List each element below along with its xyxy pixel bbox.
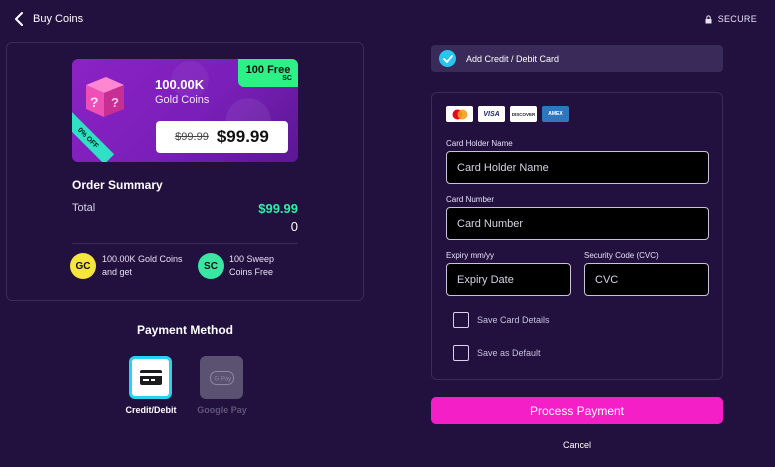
save-card-checkbox[interactable] xyxy=(453,312,469,328)
new-price: $99.99 xyxy=(216,127,269,146)
svg-text:?: ? xyxy=(111,95,119,110)
price-box: $99.99 $99.99 xyxy=(156,121,288,153)
free-badge-unit: SC xyxy=(282,75,292,82)
summary-divider xyxy=(72,243,298,244)
sweep-coin-text: 100 Sweep Coins Free xyxy=(229,254,275,277)
gold-label: Gold Coins xyxy=(155,94,210,106)
total-label: Total xyxy=(72,202,96,214)
expiry-input[interactable] xyxy=(446,263,571,296)
add-card-toggle[interactable]: Add Credit / Debit Card xyxy=(431,45,723,72)
card-logos: VISA DISCOVER AMEX xyxy=(446,106,569,122)
gold-amount: 100.00K xyxy=(155,77,205,92)
chevron-left-icon xyxy=(15,12,23,26)
discount-ribbon: 0% OFF xyxy=(72,111,115,162)
credit-debit-label: Credit/Debit xyxy=(125,405,177,415)
back-button[interactable] xyxy=(10,10,28,28)
cvc-label: Security Code (CVC) xyxy=(584,251,659,260)
discover-icon: DISCOVER xyxy=(510,106,537,122)
credit-card-icon xyxy=(139,370,162,385)
google-pay-icon-text: G Pay xyxy=(214,376,231,382)
check-circle-icon xyxy=(439,50,456,67)
card-holder-label: Card Holder Name xyxy=(446,139,513,148)
process-payment-button[interactable]: Process Payment xyxy=(431,397,723,424)
expiry-label: Expiry mm/yy xyxy=(446,251,494,260)
order-summary-title: Order Summary xyxy=(72,178,163,192)
visa-icon: VISA xyxy=(478,106,505,122)
secondary-value: 0 xyxy=(290,219,298,234)
card-number-input[interactable] xyxy=(446,207,709,240)
amex-icon: AMEX xyxy=(542,106,569,122)
total-value: $99.99 xyxy=(258,201,298,216)
old-price: $99.99 xyxy=(175,131,209,143)
payment-option-credit-debit[interactable] xyxy=(129,356,172,399)
mystery-box-icon: ? ? xyxy=(86,77,124,117)
svg-text:?: ? xyxy=(90,94,99,110)
save-default-label: Save as Default xyxy=(477,348,541,358)
cvc-input[interactable] xyxy=(584,263,709,296)
google-pay-label: Google Pay xyxy=(197,405,247,415)
cancel-link[interactable]: Cancel xyxy=(431,440,723,450)
promo-card: ? ? 100.00K Gold Coins 100 Free SC $99.9… xyxy=(72,59,298,162)
secure-label: SECURE xyxy=(717,14,757,24)
sweep-coin-icon: SC xyxy=(198,253,224,279)
secure-indicator: SECURE xyxy=(705,14,757,24)
payment-option-google-pay[interactable]: G Pay xyxy=(200,356,243,399)
google-pay-icon: G Pay xyxy=(209,370,234,385)
gold-coin-text: 100.00K Gold Coins and get xyxy=(102,254,183,277)
free-sc-badge: 100 Free SC xyxy=(238,59,298,87)
save-default-checkbox[interactable] xyxy=(453,345,469,361)
payment-method-title: Payment Method xyxy=(136,323,233,337)
lock-icon xyxy=(705,14,712,23)
card-holder-input[interactable] xyxy=(446,151,709,184)
mastercard-icon xyxy=(446,106,473,122)
gold-coin-icon: GC xyxy=(70,253,96,279)
card-number-label: Card Number xyxy=(446,195,495,204)
save-card-label: Save Card Details xyxy=(477,315,550,325)
add-card-label: Add Credit / Debit Card xyxy=(466,53,560,64)
page-title: Buy Coins xyxy=(33,13,84,25)
